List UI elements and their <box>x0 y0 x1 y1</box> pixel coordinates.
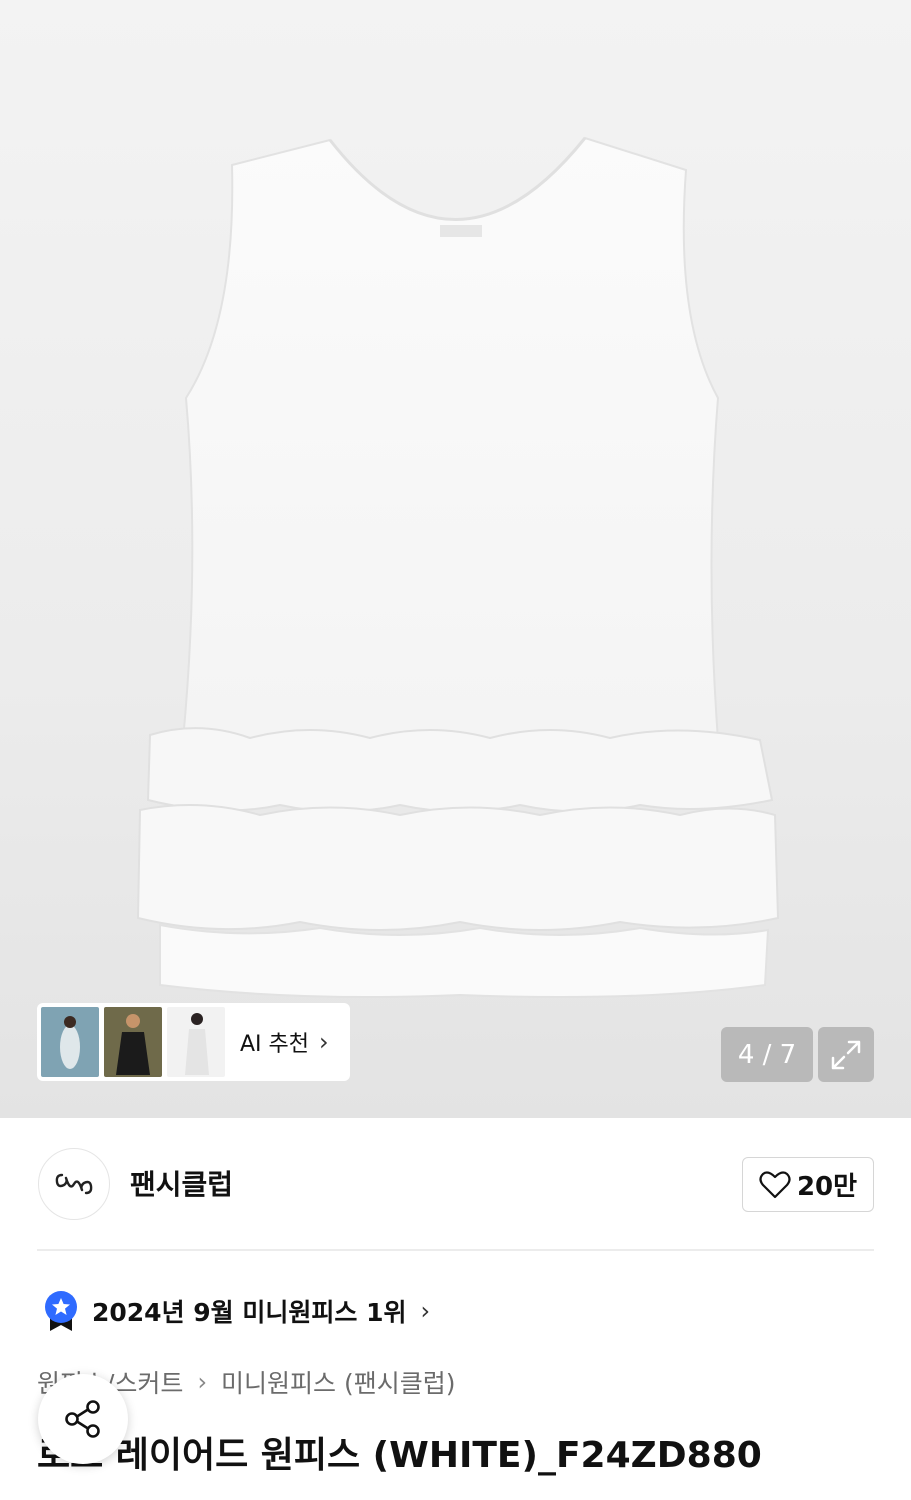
brand-logo-icon <box>55 1173 93 1195</box>
ranking-medal-icon <box>45 1291 77 1331</box>
product-title: 로즈 레이어드 원피스 (WHITE)_F24ZD880 <box>37 1435 762 1476</box>
heart-icon <box>759 1170 791 1198</box>
ai-recommend-bar[interactable]: AI 추천 › <box>37 1003 350 1081</box>
expand-icon <box>831 1040 861 1069</box>
recommend-thumbnail[interactable] <box>167 1007 225 1077</box>
chevron-right-icon: › <box>420 1297 431 1325</box>
ai-recommend-label[interactable]: AI 추천 <box>240 1026 309 1058</box>
product-photo <box>136 136 780 999</box>
like-count: 20만 <box>796 1172 858 1202</box>
brand-name[interactable]: 팬시클럽 <box>130 1163 233 1203</box>
expand-button[interactable] <box>818 1027 874 1082</box>
share-button[interactable] <box>38 1374 128 1464</box>
like-button[interactable]: 20만 <box>742 1157 874 1212</box>
share-icon <box>65 1400 100 1438</box>
recommend-thumbnail[interactable] <box>41 1007 99 1077</box>
recommend-thumbnail[interactable] <box>104 1007 162 1077</box>
product-image-gallery[interactable]: AI 추천 › 4 / 7 <box>0 0 911 1118</box>
chevron-right-icon: › <box>319 1028 329 1056</box>
image-counter: 4 / 7 <box>721 1027 813 1082</box>
divider <box>37 1249 874 1251</box>
ranking-text[interactable]: 2024년 9월 미니원피스 1위 <box>92 1293 406 1329</box>
chevron-right-icon: › <box>197 1368 208 1396</box>
brand-logo[interactable] <box>38 1148 110 1220</box>
breadcrumb-subcategory[interactable]: 미니원피스 (팬시클럽) <box>221 1364 455 1400</box>
ranking-badge-row[interactable]: 2024년 9월 미니원피스 1위 › <box>44 1290 430 1332</box>
